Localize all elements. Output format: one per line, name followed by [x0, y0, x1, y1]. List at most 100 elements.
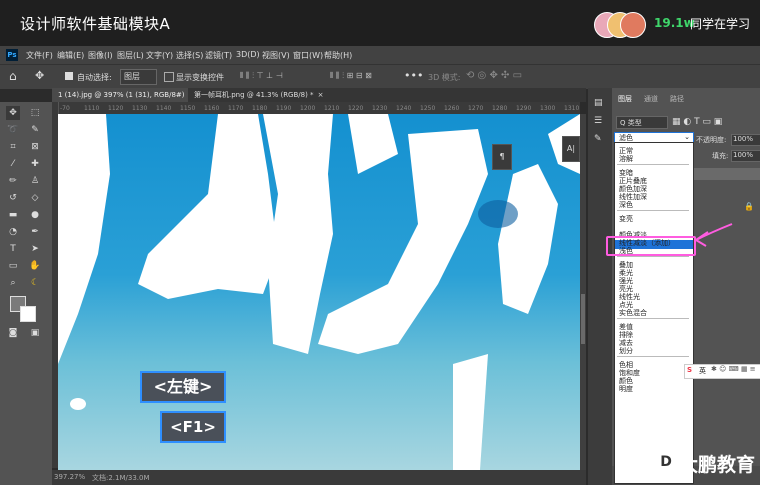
menu-view[interactable]: 视图(V) [262, 50, 290, 61]
document-canvas[interactable]: ¶ A| [58, 114, 580, 470]
home-icon[interactable]: ⌂ [9, 69, 17, 83]
key-hint-badge: <F1> [160, 411, 226, 443]
lock-icon: 🔒 [744, 202, 754, 211]
zoom-tool-icon[interactable]: ⌕ [6, 276, 20, 290]
quick-mask-icon[interactable]: ◙ [6, 326, 20, 340]
tab-document-1[interactable]: 1 (14).jpg @ 397% (1 (31), RGB/8#) *× [52, 88, 188, 113]
tab-paths[interactable]: 路径 [670, 94, 684, 104]
ruler-tick-label: 1170 [228, 105, 244, 112]
ruler-tick-label: 1260 [444, 105, 460, 112]
mouse-hint-badge: <左键> [140, 371, 226, 403]
tab-layers[interactable]: 图层 [618, 94, 632, 104]
auto-select-dropdown[interactable]: 图层 [120, 69, 157, 85]
ruler-tick-label: 1230 [372, 105, 388, 112]
blend-separator [617, 164, 689, 165]
type-tool-icon[interactable]: T [6, 242, 20, 256]
ruler-tick-label: 1130 [132, 105, 148, 112]
blend-mode-item[interactable]: 溶解 [619, 154, 633, 164]
brush-tool-icon[interactable]: ✏ [6, 174, 20, 188]
paragraph-panel-icon[interactable]: ¶ [492, 144, 512, 170]
more-options-icon[interactable]: ••• [404, 69, 423, 82]
hand-tool-icon[interactable]: ✋ [28, 259, 42, 273]
ruler-tick-label: 1290 [516, 105, 532, 112]
layer-filter-dropdown[interactable]: Q 类型 [616, 116, 668, 129]
menu-image[interactable]: 图像(I) [88, 50, 113, 61]
eyedropper-icon[interactable]: ⁄ [6, 157, 20, 171]
layer-row[interactable] [692, 168, 760, 180]
move-tool-icon[interactable]: ✥ [6, 106, 20, 120]
menu-type[interactable]: 文字(Y) [146, 50, 173, 61]
annotation-arrow-icon [695, 223, 733, 247]
blend-separator [617, 356, 689, 357]
blend-mode-item[interactable]: 实色混合 [619, 308, 647, 318]
menu-window[interactable]: 窗口(W) [293, 50, 323, 61]
healing-brush-icon[interactable]: ✚ [28, 157, 42, 171]
mode-3d-label: 3D 模式: [428, 73, 461, 82]
ruler-tick-label: 1270 [468, 105, 484, 112]
auto-select-checkbox[interactable] [65, 72, 73, 80]
tab-channels[interactable]: 通道 [644, 94, 658, 104]
history-icon[interactable]: ▤ [594, 98, 603, 108]
menu-filter[interactable]: 滤镜(T) [205, 50, 232, 61]
blend-mode-item[interactable]: 划分 [619, 346, 633, 356]
tab-document-2[interactable]: 第一帧耳机.png @ 41.3% (RGB/8) * × [188, 88, 334, 102]
filter-icons[interactable]: ▦ ◐ T ▭ ▣ [672, 117, 722, 127]
blend-mode-item[interactable]: 深色 [619, 200, 633, 210]
fill-label: 填充: [712, 152, 729, 160]
screen-mode-icon[interactable]: ▣ [28, 326, 42, 340]
avatar [620, 12, 646, 38]
chevron-down-icon: ⌄ [684, 133, 690, 141]
course-header: 设计师软件基础模块A 19.1w 同学在学习 [0, 0, 760, 46]
dodge-tool-icon[interactable]: ◔ [6, 225, 20, 239]
gradient-tool-icon[interactable]: ▬ [6, 208, 20, 222]
background-color-swatch[interactable] [20, 306, 36, 322]
brush-settings-icon[interactable]: ✎ [594, 134, 602, 144]
ime-tool-icons[interactable]: ✱ ☺ ⌨ ▦ ≡ [711, 365, 756, 373]
opacity-input[interactable]: 100% [731, 134, 760, 146]
align-icons[interactable]: ⫴ ⫼ ⫶ ⊤ ⊥ ⊣ [240, 71, 283, 81]
zoom-level[interactable]: 397.27% [54, 473, 85, 481]
lasso-tool-icon[interactable]: ➰ [6, 123, 20, 137]
ruler-tick-label: 1180 [252, 105, 268, 112]
3d-mode-icons[interactable]: ⟲ ◎ ✥ ✣ ▭ [466, 70, 522, 81]
menu-3d[interactable]: 3D(D) [236, 50, 260, 59]
menu-select[interactable]: 选择(S) [176, 50, 203, 61]
ruler-tick-label: 1150 [180, 105, 196, 112]
move-tool-icon[interactable]: ✥ [35, 69, 44, 82]
annotation-highlight [606, 236, 696, 256]
marquee-tool-icon[interactable]: ⬚ [28, 106, 42, 120]
vertical-scrollbar[interactable] [580, 114, 586, 470]
document-size: 文档:2.1M/33.0M [92, 474, 150, 482]
blur-tool-icon[interactable]: ● [28, 208, 42, 222]
properties-icon[interactable]: ☰ [594, 116, 602, 126]
path-select-icon[interactable]: ➤ [28, 242, 42, 256]
show-transform-checkbox[interactable] [164, 72, 174, 82]
crop-tool-icon[interactable]: ⌗ [6, 140, 20, 154]
menu-file[interactable]: 文件(F) [26, 50, 53, 61]
blend-separator [617, 318, 689, 319]
stamp-tool-icon[interactable]: ♙ [28, 174, 42, 188]
history-brush-icon[interactable]: ↺ [6, 191, 20, 205]
ime-language-label[interactable]: 英 [699, 366, 706, 376]
close-icon[interactable]: × [318, 91, 324, 99]
quick-select-icon[interactable]: ✎ [28, 123, 42, 137]
pen-tool-icon[interactable]: ✒ [28, 225, 42, 239]
tab-label: 第一帧耳机.png @ 41.3% (RGB/8) * [194, 91, 314, 99]
scrollbar-thumb[interactable] [581, 294, 585, 344]
auto-select-value: 图层 [124, 72, 140, 81]
eraser-tool-icon[interactable]: ◇ [28, 191, 42, 205]
menu-bar: Ps 文件(F) 编辑(E) 图像(I) 图层(L) 文字(Y) 选择(S) 滤… [0, 46, 760, 64]
learners-count: 19.1w [654, 16, 695, 30]
show-transform-label: 显示变换控件 [176, 73, 224, 82]
frame-tool-icon[interactable]: ⊠ [28, 140, 42, 154]
menu-layer[interactable]: 图层(L) [117, 50, 144, 61]
fill-input[interactable]: 100% [731, 150, 760, 162]
character-panel-icon[interactable]: A| [562, 136, 580, 162]
menu-edit[interactable]: 编辑(E) [57, 50, 84, 61]
blend-mode-item[interactable]: 明度 [619, 384, 633, 394]
distribute-icons[interactable]: ⫴ ⫼ ⫶ ⊞ ⊟ ⊠ [330, 71, 372, 81]
shape-tool-icon[interactable]: ▭ [6, 259, 20, 273]
learner-avatars [594, 12, 646, 38]
menu-help[interactable]: 帮助(H) [324, 50, 352, 61]
layer-filter-label: Q 类型 [620, 119, 642, 127]
